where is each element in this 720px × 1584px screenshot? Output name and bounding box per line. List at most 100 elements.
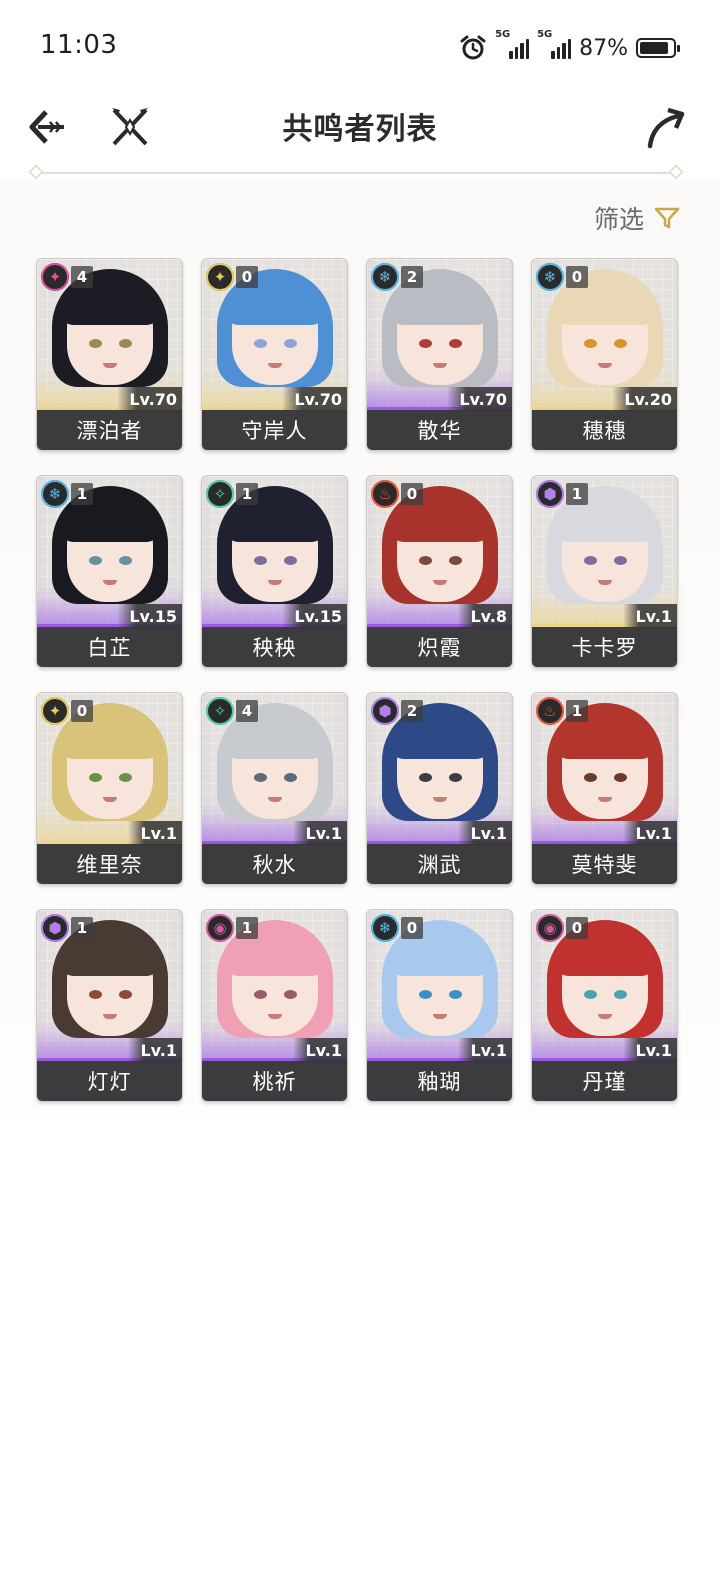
level-badge: Lv.15 — [282, 604, 347, 628]
character-card[interactable]: ⬢ 2 Lv.1 渊武 — [366, 692, 513, 885]
portrait-eye-left — [419, 556, 432, 565]
glacio-element-icon: ❄ — [371, 263, 399, 291]
signal-icon-2: 5G — [537, 29, 572, 59]
sequence-badge: 0 — [401, 483, 423, 505]
character-name: 白芷 — [37, 627, 182, 667]
signal-icon-1: 5G — [495, 29, 530, 59]
portrait-eye-right — [614, 339, 627, 348]
portrait-eye-left — [254, 990, 267, 999]
level-badge: Lv.1 — [128, 821, 182, 845]
sequence-badge: 1 — [236, 917, 258, 939]
portrait-eye-right — [119, 990, 132, 999]
sequence-badge: 0 — [566, 266, 588, 288]
character-grid: ✦ 4 Lv.70 漂泊者 ✦ 0 Lv.70 守岸人 ❄ 2 Lv.70 散华 ❄ 0 Lv.20 穗穗 ❄ 1… — [36, 258, 680, 1102]
sequence-badge: 0 — [401, 917, 423, 939]
header: 共鸣者列表 — [0, 96, 720, 172]
level-badge: Lv.1 — [128, 1038, 182, 1062]
sequence-badge: 0 — [71, 700, 93, 722]
level-badge: Lv.8 — [458, 604, 512, 628]
sequence-badge: 1 — [71, 483, 93, 505]
portrait-eye-right — [284, 990, 297, 999]
fusion-element-icon: ♨ — [371, 480, 399, 508]
portrait-eye-left — [254, 339, 267, 348]
level-badge: Lv.1 — [623, 604, 677, 628]
glacio-element-icon: ❄ — [371, 914, 399, 942]
status-bar: 11:03 5G 5G 87% — [0, 0, 720, 96]
portrait-eye-right — [284, 556, 297, 565]
character-card[interactable]: ✧ 1 Lv.15 秧秧 — [201, 475, 348, 668]
portrait-eye-left — [584, 990, 597, 999]
level-badge: Lv.70 — [117, 387, 182, 411]
character-card[interactable]: ♨ 1 Lv.1 莫特斐 — [531, 692, 678, 885]
funnel-icon — [654, 207, 680, 229]
character-name: 渊武 — [367, 844, 512, 884]
portrait-eye-left — [89, 773, 102, 782]
character-card[interactable]: ◉ 0 Lv.1 丹瑾 — [531, 909, 678, 1102]
level-badge: Lv.1 — [293, 821, 347, 845]
glacio-element-icon: ❄ — [41, 480, 69, 508]
portrait-eye-right — [449, 339, 462, 348]
portrait-eye-right — [284, 773, 297, 782]
character-card[interactable]: ◉ 1 Lv.1 桃祈 — [201, 909, 348, 1102]
character-card[interactable]: ⬢ 1 Lv.1 灯灯 — [36, 909, 183, 1102]
network-type-1: 5G — [495, 29, 511, 40]
spectro-element-icon: ✦ — [41, 263, 69, 291]
alarm-icon — [460, 35, 486, 60]
aero-element-icon: ✧ — [206, 480, 234, 508]
level-badge: Lv.1 — [293, 1038, 347, 1062]
character-name: 漂泊者 — [37, 410, 182, 450]
havoc-element-icon: ◉ — [536, 914, 564, 942]
portrait-eye-right — [119, 339, 132, 348]
character-name: 釉瑚 — [367, 1061, 512, 1101]
sequence-badge: 2 — [401, 266, 423, 288]
network-type-2: 5G — [537, 29, 553, 40]
character-card[interactable]: ❄ 0 Lv.20 穗穗 — [531, 258, 678, 451]
status-time: 11:03 — [40, 30, 118, 60]
character-name: 灯灯 — [37, 1061, 182, 1101]
character-card[interactable]: ❄ 2 Lv.70 散华 — [366, 258, 513, 451]
character-card[interactable]: ✦ 0 Lv.70 守岸人 — [201, 258, 348, 451]
character-name: 丹瑾 — [532, 1061, 677, 1101]
header-divider — [28, 164, 684, 180]
status-icons: 5G 5G 87% — [459, 29, 680, 66]
glacio-element-icon: ❄ — [536, 263, 564, 291]
character-card[interactable]: ❄ 0 Lv.1 釉瑚 — [366, 909, 513, 1102]
character-name: 守岸人 — [202, 410, 347, 450]
portrait-eye-right — [119, 556, 132, 565]
spectro-element-icon: ✦ — [206, 263, 234, 291]
character-card[interactable]: ✦ 0 Lv.1 维里奈 — [36, 692, 183, 885]
character-card[interactable]: ✦ 4 Lv.70 漂泊者 — [36, 258, 183, 451]
filter-button[interactable]: 筛选 — [594, 200, 680, 236]
sequence-badge: 1 — [566, 483, 588, 505]
share-button[interactable] — [644, 102, 690, 152]
character-card[interactable]: ⬢ 1 Lv.1 卡卡罗 — [531, 475, 678, 668]
character-name: 炽霞 — [367, 627, 512, 667]
level-badge: Lv.1 — [623, 821, 677, 845]
portrait-eye-left — [254, 556, 267, 565]
electro-element-icon: ⬢ — [41, 914, 69, 942]
portrait-eye-right — [614, 773, 627, 782]
level-badge: Lv.1 — [458, 821, 512, 845]
sequence-badge: 1 — [71, 917, 93, 939]
electro-element-icon: ⬢ — [536, 480, 564, 508]
portrait-eye-left — [584, 773, 597, 782]
portrait-eye-left — [584, 339, 597, 348]
portrait-eye-left — [89, 990, 102, 999]
portrait-eye-left — [584, 556, 597, 565]
sequence-badge: 4 — [71, 266, 93, 288]
battery-level — [640, 42, 668, 54]
sequence-badge: 4 — [236, 700, 258, 722]
portrait-eye-left — [419, 339, 432, 348]
portrait-eye-left — [419, 773, 432, 782]
character-name: 散华 — [367, 410, 512, 450]
character-card[interactable]: ✧ 4 Lv.1 秋水 — [201, 692, 348, 885]
character-name: 维里奈 — [37, 844, 182, 884]
level-badge: Lv.1 — [458, 1038, 512, 1062]
fusion-element-icon: ♨ — [536, 697, 564, 725]
character-card[interactable]: ❄ 1 Lv.15 白芷 — [36, 475, 183, 668]
character-card[interactable]: ♨ 0 Lv.8 炽霞 — [366, 475, 513, 668]
electro-element-icon: ⬢ — [371, 697, 399, 725]
portrait-eye-left — [89, 339, 102, 348]
share-arrow-icon — [647, 107, 685, 149]
portrait-eye-left — [419, 990, 432, 999]
